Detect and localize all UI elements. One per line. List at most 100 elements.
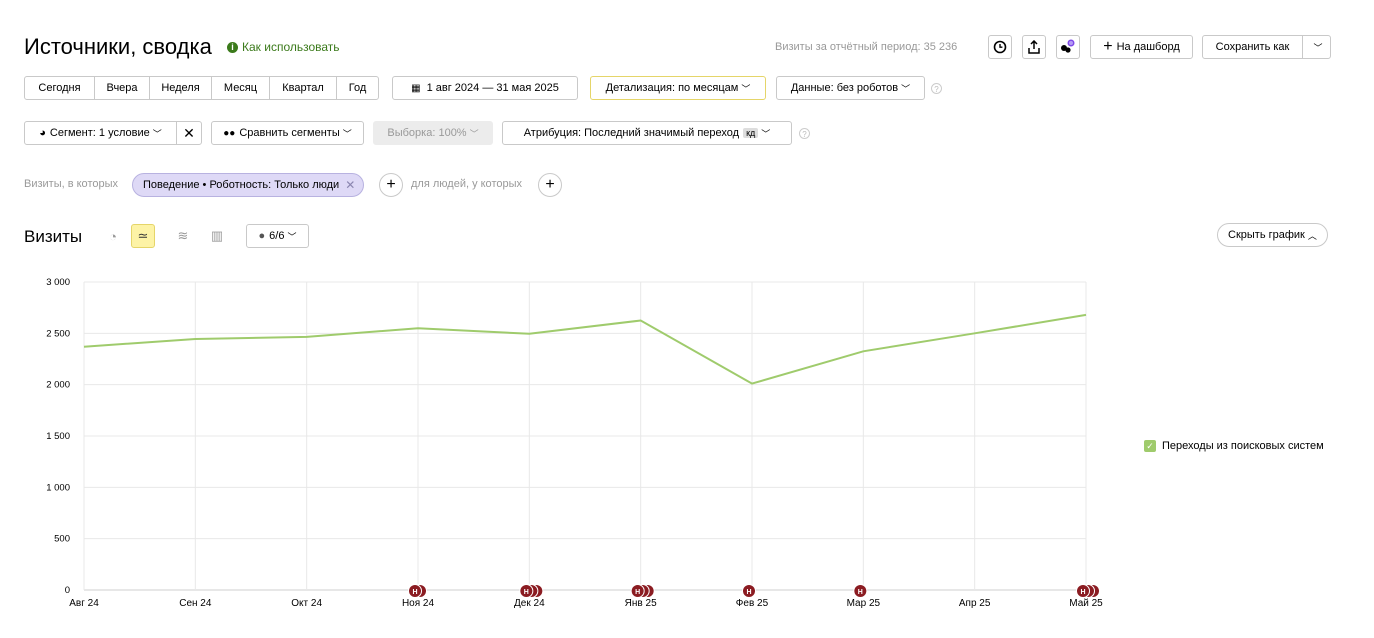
annotation-marker[interactable]: Н <box>519 584 534 598</box>
plus-icon: + <box>386 176 396 193</box>
attribution-dropdown[interactable]: Атрибуция: Последний значимый переход кд… <box>502 121 792 145</box>
y-tick-label: 500 <box>54 534 70 545</box>
annotation-marker[interactable]: Н <box>742 584 756 598</box>
x-tick-label: Янв 25 <box>625 598 657 609</box>
info-icon[interactable]: ? <box>931 83 942 94</box>
save-as-label: Сохранить как <box>1215 41 1290 53</box>
assistant-icon <box>1061 39 1075 53</box>
calendar-icon: ▦ <box>411 82 421 94</box>
data-filter-dropdown[interactable]: Данные: без роботов ﹀ <box>776 76 925 100</box>
x-tick-label: Окт 24 <box>291 598 322 609</box>
series-line <box>83 313 1087 385</box>
segments-icon: ●● <box>223 127 236 139</box>
sample-label: Выборка: 100% <box>387 127 467 139</box>
series-count-dropdown[interactable]: ● 6/6 ﹀ <box>246 224 309 248</box>
clear-segment-button[interactable]: ✕ <box>176 121 202 145</box>
period-month[interactable]: Месяц <box>211 76 270 100</box>
chevron-down-icon: ﹀ <box>342 128 352 139</box>
pie-icon: ◕ <box>39 127 46 139</box>
export-button[interactable] <box>1022 35 1046 59</box>
plus-icon: + <box>1103 38 1113 55</box>
annotation-marker[interactable]: Н <box>408 584 422 598</box>
hide-chart-button[interactable]: Скрыть график ︿ <box>1217 223 1328 247</box>
add-people-filter-button[interactable]: + <box>538 173 562 197</box>
checkbox-icon[interactable]: ✓ <box>1144 440 1156 452</box>
x-tick-label: Сен 24 <box>179 598 212 609</box>
period-quarter[interactable]: Квартал <box>269 76 337 100</box>
detail-dropdown[interactable]: Детализация: по месяцам ﹀ <box>590 76 766 100</box>
area-chart-type-button[interactable]: ≋ <box>171 224 195 248</box>
close-icon[interactable]: ✕ <box>345 178 355 192</box>
x-tick-label: Авг 24 <box>69 598 99 609</box>
compare-segments-label: Сравнить сегменты <box>239 127 340 139</box>
chevron-down-icon: ﹀ <box>287 231 297 242</box>
annotation-marker[interactable]: Н <box>630 584 645 598</box>
chevron-down-icon: ﹀ <box>469 128 479 139</box>
y-tick-label: 1 000 <box>46 482 70 493</box>
period-year[interactable]: Год <box>336 76 379 100</box>
annotation-marker[interactable]: Н <box>853 584 868 598</box>
period-yesterday[interactable]: Вчера <box>94 76 150 100</box>
x-tick-label: Май 25 <box>1069 598 1103 609</box>
segment-group: ◕ Сегмент: 1 условие ﹀ ✕ <box>24 121 202 145</box>
period-week[interactable]: Неделя <box>149 76 212 100</box>
y-tick-label: 1 500 <box>46 431 70 442</box>
x-tick-label: Мар 25 <box>847 598 881 609</box>
chart-title: Визиты <box>24 227 83 246</box>
filter-chip-label: Поведение • Роботность: Только люди <box>143 179 340 191</box>
annotation-marker-label: Н <box>746 589 751 596</box>
line-chart-type-button[interactable]: ≃ <box>131 224 155 248</box>
y-tick-label: 3 000 <box>46 277 70 288</box>
save-as-button[interactable]: Сохранить как <box>1202 35 1303 59</box>
add-to-dashboard-button[interactable]: + На дашборд <box>1090 35 1193 59</box>
annotation-marker-label: Н <box>635 589 640 596</box>
date-range-button[interactable]: ▦ 1 авг 2024 — 31 мая 2025 <box>392 76 578 100</box>
how-to-use-link[interactable]: i Как использовать <box>227 40 340 54</box>
data-filter-label: Данные: без роботов <box>790 82 899 94</box>
annotation-marker-label: Н <box>858 589 863 596</box>
segment-dropdown[interactable]: ◕ Сегмент: 1 условие ﹀ <box>24 121 177 145</box>
people-filter-label: для людей, у которых <box>411 178 522 190</box>
close-icon: ✕ <box>183 124 195 141</box>
detail-label: Детализация: по месяцам <box>605 82 739 94</box>
visits-line-chart: 0 500 1 000 1 500 2 000 2 500 3 000 Авг 24 Сен … <box>46 277 1103 609</box>
bar-chart-type-button[interactable]: ▥ <box>205 224 229 248</box>
visits-filter-label: Визиты, в которых <box>24 178 118 190</box>
x-axis-ticks: Авг 24 Сен 24 Окт 24 Ноя 24 Дек 24 Янв 25 Фев … <box>69 598 1103 609</box>
info-icon[interactable]: ? <box>799 128 810 139</box>
chevron-down-icon: ﹀ <box>761 128 771 139</box>
pie-chart-type-button[interactable]: ◔ <box>101 224 125 248</box>
chevron-down-icon: ﹀ <box>741 83 751 94</box>
period-today[interactable]: Сегодня <box>24 76 95 100</box>
area-chart-icon: ≋ <box>177 228 189 243</box>
y-tick-label: 0 <box>65 585 70 596</box>
y-axis-ticks: 0 500 1 000 1 500 2 000 2 500 3 000 <box>46 277 70 596</box>
pie-chart-icon: ◔ <box>109 228 117 244</box>
visits-total: Визиты за отчётный период: 35 236 <box>775 41 958 53</box>
comment-icon: ● <box>258 230 266 242</box>
sample-dropdown[interactable]: Выборка: 100% ﹀ <box>373 121 493 145</box>
chart-legend[interactable]: ✓ Переходы из поисковых систем <box>1144 440 1324 452</box>
save-as-dropdown[interactable]: ﹀ <box>1302 35 1331 59</box>
line-chart-icon: ≃ <box>137 228 149 243</box>
annotation-marker-label: Н <box>524 589 529 596</box>
compare-segments-dropdown[interactable]: ●● Сравнить сегменты ﹀ <box>211 121 364 145</box>
legend-item-label: Переходы из поисковых систем <box>1162 440 1324 452</box>
share-icon <box>1028 40 1040 54</box>
chevron-down-icon: ﹀ <box>152 128 162 139</box>
annotation-markers: НННННН <box>408 584 1100 598</box>
history-button[interactable] <box>988 35 1012 59</box>
add-visit-filter-button[interactable]: + <box>379 173 403 197</box>
chevron-down-icon: ﹀ <box>901 83 911 94</box>
x-tick-label: Фев 25 <box>736 598 769 609</box>
how-to-use-label: Как использовать <box>242 40 340 54</box>
annotation-marker[interactable]: Н <box>1076 584 1090 598</box>
save-as-group: Сохранить как ﹀ <box>1202 35 1331 59</box>
filter-chip[interactable]: Поведение • Роботность: Только люди ✕ <box>132 173 365 197</box>
x-tick-label: Ноя 24 <box>402 598 435 609</box>
assistant-button[interactable] <box>1056 35 1080 59</box>
segment-label: Сегмент: 1 условие <box>49 127 150 139</box>
attribution-badge: кд <box>743 128 759 138</box>
chevron-up-icon: ︿ <box>1307 230 1317 241</box>
y-tick-label: 2 000 <box>46 380 70 391</box>
